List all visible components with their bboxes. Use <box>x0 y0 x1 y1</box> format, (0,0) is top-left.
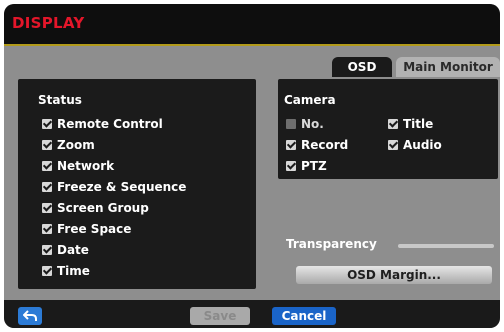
checkbox-camera-no[interactable]: No. <box>286 115 324 133</box>
checkbox-label: No. <box>301 117 324 131</box>
back-button[interactable] <box>18 307 42 325</box>
bottom-bar <box>4 300 500 328</box>
status-panel: Status Remote Control Zoom Network Freez… <box>18 79 256 289</box>
checkbox-screen-group[interactable]: Screen Group <box>42 199 149 217</box>
osd-tab-content: Status Remote Control Zoom Network Freez… <box>14 79 498 297</box>
tab-bar: OSD Main Monitor <box>4 57 500 77</box>
checkbox-freeze-sequence[interactable]: Freeze & Sequence <box>42 178 186 196</box>
checkbox-box[interactable] <box>286 161 296 171</box>
save-button[interactable]: Save <box>190 307 250 325</box>
checkbox-camera-title[interactable]: Title <box>388 115 433 133</box>
checkbox-remote-control[interactable]: Remote Control <box>42 115 163 133</box>
checkbox-label: Title <box>403 117 434 131</box>
title-bar: DISPLAY <box>4 4 500 46</box>
display-dialog: DISPLAY OSD Main Monitor Status Remote C… <box>4 4 500 328</box>
checkbox-free-space[interactable]: Free Space <box>42 220 131 238</box>
checkbox-box[interactable] <box>388 140 398 150</box>
window-title: DISPLAY <box>12 14 85 32</box>
checkbox-label: Free Space <box>57 222 132 236</box>
checkbox-network[interactable]: Network <box>42 157 114 175</box>
checkbox-label: Record <box>301 138 349 152</box>
checkbox-camera-audio[interactable]: Audio <box>388 136 442 154</box>
checkbox-label: Zoom <box>57 138 95 152</box>
checkbox-box[interactable] <box>42 245 52 255</box>
checkbox-camera-ptz[interactable]: PTZ <box>286 157 327 175</box>
checkbox-label: Time <box>57 264 90 278</box>
camera-panel: Camera No. Title Record Audio PTZ <box>278 79 498 179</box>
checkbox-label: PTZ <box>301 159 327 173</box>
checkbox-label: Network <box>57 159 115 173</box>
checkbox-box[interactable] <box>286 119 296 129</box>
transparency-slider[interactable] <box>398 244 494 248</box>
osd-margin-button[interactable]: OSD Margin... <box>296 266 492 284</box>
checkbox-time[interactable]: Time <box>42 262 90 280</box>
checkbox-label: Audio <box>403 138 442 152</box>
checkbox-box[interactable] <box>42 203 52 213</box>
cancel-button[interactable]: Cancel <box>272 307 336 325</box>
checkbox-box[interactable] <box>286 140 296 150</box>
checkbox-label: Freeze & Sequence <box>57 180 187 194</box>
status-heading: Status <box>38 93 82 107</box>
checkbox-box[interactable] <box>42 182 52 192</box>
checkbox-date[interactable]: Date <box>42 241 89 259</box>
tab-main-monitor[interactable]: Main Monitor <box>396 57 500 77</box>
back-arrow-icon <box>23 310 37 321</box>
checkbox-box[interactable] <box>42 224 52 234</box>
checkbox-box[interactable] <box>42 119 52 129</box>
checkbox-box[interactable] <box>42 140 52 150</box>
camera-heading: Camera <box>284 93 336 107</box>
checkbox-box[interactable] <box>42 161 52 171</box>
tab-osd[interactable]: OSD <box>332 57 392 77</box>
checkbox-label: Remote Control <box>57 117 163 131</box>
transparency-label: Transparency <box>286 237 377 251</box>
checkbox-label: Date <box>57 243 89 257</box>
checkbox-zoom[interactable]: Zoom <box>42 136 95 154</box>
checkbox-camera-record[interactable]: Record <box>286 136 348 154</box>
checkbox-label: Screen Group <box>57 201 149 215</box>
checkbox-box[interactable] <box>42 266 52 276</box>
checkbox-box[interactable] <box>388 119 398 129</box>
screen-frame: DISPLAY OSD Main Monitor Status Remote C… <box>0 0 504 332</box>
